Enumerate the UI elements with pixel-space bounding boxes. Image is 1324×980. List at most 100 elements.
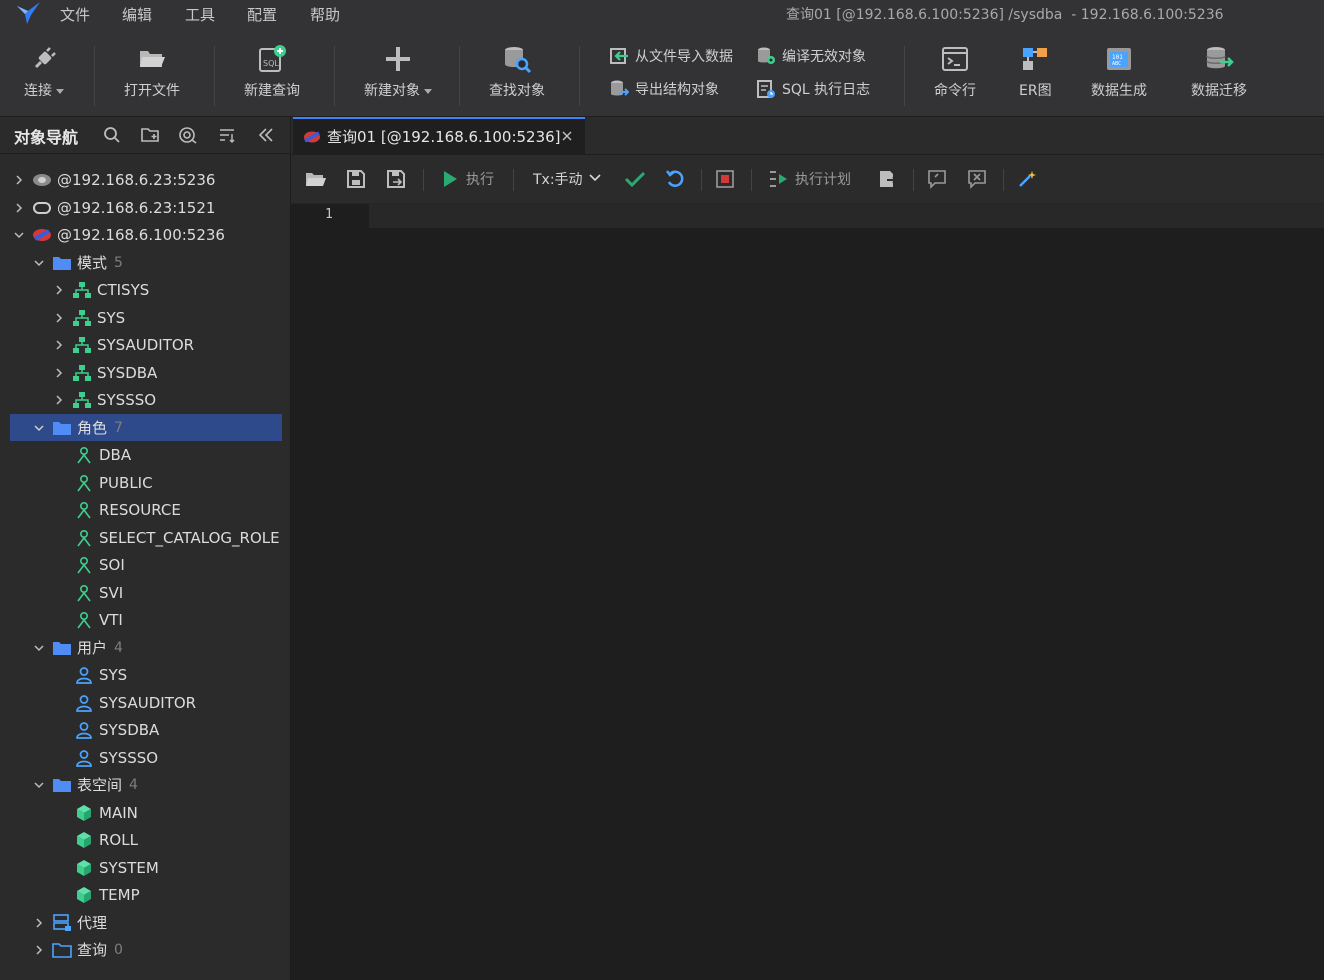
role-icon — [74, 446, 94, 464]
tree-schema-ctisys[interactable]: CTISYS — [10, 276, 282, 303]
connect-button[interactable]: 连接 — [24, 44, 64, 102]
new-object-button[interactable]: 新建对象 — [364, 44, 432, 102]
chevron-right-icon[interactable] — [12, 173, 26, 187]
tree-folder-tablespaces[interactable]: 表空间 4 — [10, 771, 282, 798]
schema-icon — [72, 391, 92, 409]
tree-role-dba[interactable]: DBA — [10, 441, 280, 468]
toolbar-divider — [701, 169, 702, 191]
menu-edit[interactable]: 编辑 — [122, 4, 152, 25]
data-generation-button[interactable]: 101 ABC 数据生成 — [1091, 44, 1147, 102]
search-icon[interactable] — [101, 124, 123, 146]
tree-folder-queries[interactable]: 查询 0 — [10, 936, 282, 963]
commit-button[interactable] — [623, 167, 647, 191]
execute-button[interactable]: 执行 — [438, 167, 494, 191]
export-structure-button[interactable]: 导出结构对象 — [608, 77, 719, 101]
tree-folder-users[interactable]: 用户 4 — [10, 634, 282, 661]
explain-plan-button[interactable]: 执行计划 — [767, 167, 851, 191]
chevron-right-icon[interactable] — [32, 943, 46, 957]
cube-icon — [74, 804, 94, 822]
chevron-right-icon[interactable] — [32, 916, 46, 930]
svg-text:101: 101 — [1112, 54, 1123, 61]
tree-tablespace-temp[interactable]: TEMP — [10, 881, 280, 908]
tree-connection-dm-6-23[interactable]: @192.168.6.23:5236 — [10, 166, 282, 193]
tree-role-select-catalog-role[interactable]: SELECT_CATALOG_ROLE — [10, 524, 280, 551]
database-export-icon — [608, 78, 630, 100]
sql-editor[interactable]: 1 — [291, 204, 1324, 980]
tree-role-soi[interactable]: SOI — [10, 551, 280, 578]
tree-label: 表空间 — [77, 776, 123, 794]
command-line-button[interactable]: 命令行 — [934, 44, 976, 102]
tree-connection-dm-6-100[interactable]: @192.168.6.100:5236 — [10, 221, 282, 248]
tree-user-sys[interactable]: SYS — [10, 661, 280, 688]
comment-button[interactable] — [925, 167, 949, 191]
data-migration-button[interactable]: 数据迁移 — [1191, 44, 1247, 102]
export-result-button[interactable] — [875, 167, 899, 191]
sort-icon[interactable] — [216, 124, 238, 146]
save-as-button[interactable] — [384, 167, 408, 191]
tx-mode-dropdown[interactable]: Tx:手动 — [533, 167, 601, 191]
new-folder-icon[interactable] — [139, 124, 161, 146]
tab-query01[interactable]: 查询01 [@192.168.6.100:5236] — [293, 117, 585, 154]
tree-user-sysdba[interactable]: SYSDBA — [10, 716, 280, 743]
find-object-button[interactable]: 查找对象 — [489, 44, 545, 102]
uncomment-button[interactable] — [965, 167, 989, 191]
tree-role-svi[interactable]: SVI — [10, 579, 280, 606]
chevron-right-icon[interactable] — [52, 338, 66, 352]
tree-label: SVI — [99, 583, 124, 602]
open-script-button[interactable] — [304, 167, 328, 191]
er-diagram-button[interactable]: ER图 — [1019, 44, 1052, 102]
collapse-panel-icon[interactable] — [255, 124, 277, 146]
tree-count: 4 — [129, 776, 138, 793]
open-file-button[interactable]: 打开文件 — [124, 44, 180, 102]
tree-label: RESOURCE — [99, 500, 181, 519]
chevron-down-icon[interactable] — [32, 256, 46, 270]
chevron-down-icon[interactable] — [32, 641, 46, 655]
menu-help[interactable]: 帮助 — [310, 4, 340, 25]
tree-label: 模式 — [77, 254, 108, 272]
tree-folder-agent[interactable]: 代理 — [10, 909, 282, 936]
tree-tablespace-system[interactable]: SYSTEM — [10, 854, 280, 881]
user-icon — [74, 749, 94, 767]
tree-user-sysauditor[interactable]: SYSAUDITOR — [10, 689, 280, 716]
toolbar-divider — [913, 169, 914, 191]
tree-role-vti[interactable]: VTI — [10, 606, 280, 633]
tree-tablespace-main[interactable]: MAIN — [10, 799, 280, 826]
tree-role-public[interactable]: PUBLIC — [10, 469, 280, 496]
format-sql-button[interactable] — [1015, 167, 1039, 191]
new-query-button[interactable]: SQL 新建查询 — [244, 44, 300, 102]
tree-folder-roles[interactable]: 角色 7 — [10, 414, 282, 441]
chevron-right-icon[interactable] — [12, 201, 26, 215]
chevron-right-icon[interactable] — [52, 393, 66, 407]
tree-user-syssso[interactable]: SYSSSO — [10, 744, 280, 771]
chevron-down-icon[interactable] — [12, 228, 26, 242]
schema-icon — [72, 336, 92, 354]
menu-tools[interactable]: 工具 — [185, 4, 215, 25]
tree-connection-oracle-6-23[interactable]: @192.168.6.23:1521 — [10, 194, 282, 221]
tree-role-resource[interactable]: RESOURCE — [10, 496, 280, 523]
sql-exec-log-button[interactable]: SQL 执行日志 — [755, 77, 870, 101]
save-button[interactable] — [344, 167, 368, 191]
stop-button[interactable] — [713, 167, 737, 191]
tree-schema-sysauditor[interactable]: SYSAUDITOR — [10, 331, 282, 358]
menu-config[interactable]: 配置 — [247, 4, 277, 25]
tree-tablespace-roll[interactable]: ROLL — [10, 826, 280, 853]
close-icon[interactable] — [559, 128, 575, 144]
import-from-file-button[interactable]: 从文件导入数据 — [608, 44, 733, 68]
chevron-right-icon[interactable] — [52, 283, 66, 297]
compile-invalid-button[interactable]: 编译无效对象 — [755, 44, 866, 68]
chevron-down-icon[interactable] — [32, 778, 46, 792]
tree-schema-sys[interactable]: SYS — [10, 304, 282, 331]
current-line-highlight[interactable] — [369, 204, 1324, 228]
chevron-right-icon[interactable] — [52, 366, 66, 380]
tree-folder-schemas[interactable]: 模式 5 — [10, 249, 282, 276]
folder-open-icon — [137, 44, 167, 74]
chevron-right-icon[interactable] — [52, 311, 66, 325]
menu-file[interactable]: 文件 — [60, 4, 90, 25]
filter-icon[interactable] — [177, 124, 199, 146]
tree-schema-syssso[interactable]: SYSSSO — [10, 386, 282, 413]
tree-schema-sysdba[interactable]: SYSDBA — [10, 359, 282, 386]
role-icon — [74, 529, 94, 547]
chevron-down-icon — [424, 88, 432, 94]
rollback-button[interactable] — [663, 167, 687, 191]
chevron-down-icon[interactable] — [32, 421, 46, 435]
